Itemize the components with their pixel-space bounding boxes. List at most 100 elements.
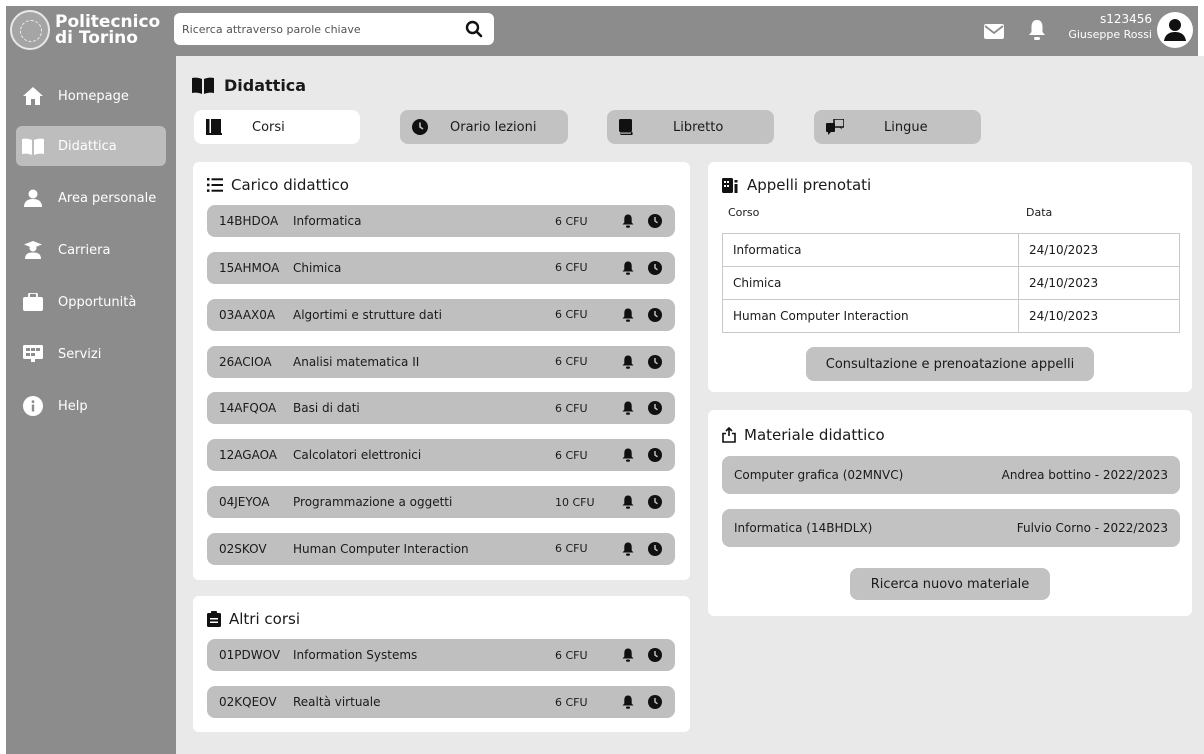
course-row[interactable]: 26ACIOA Analisi matematica II 6 CFU — [207, 345, 675, 378]
bell-icon[interactable] — [622, 495, 634, 509]
appello-course: Informatica — [722, 233, 1019, 267]
person-icon — [22, 187, 44, 209]
sidebar-item-opportunita[interactable]: Opportunità — [16, 282, 166, 322]
material-item[interactable]: Computer grafica (02MNVC) Andrea bottino … — [722, 456, 1180, 494]
course-row[interactable]: 14AFQOA Basi di dati 6 CFU — [207, 392, 675, 425]
mail-icon[interactable] — [984, 24, 1004, 43]
books-icon — [206, 119, 222, 135]
table-row[interactable]: Human Computer Interaction 24/10/2023 — [722, 299, 1180, 333]
course-code: 03AAX0A — [219, 307, 276, 322]
course-cfu: 6 CFU — [555, 261, 588, 275]
sidebar-item-homepage[interactable]: Homepage — [16, 76, 166, 116]
bell-icon[interactable] — [622, 261, 634, 275]
course-code: 02KQEOV — [219, 695, 277, 709]
clock-icon[interactable] — [648, 307, 662, 322]
material-info: Andrea bottino - 2022/2023 — [1001, 468, 1168, 482]
tab-label: Lingue — [884, 119, 928, 135]
sidebar-item-didattica[interactable]: Didattica — [16, 126, 166, 166]
search-icon[interactable] — [454, 13, 494, 45]
course-row[interactable]: 12AGAOA Calcolatori elettronici 6 CFU — [207, 439, 675, 472]
course-name: Programmazione a oggetti — [293, 495, 453, 510]
course-row[interactable]: 02SKOV Human Computer Interaction 6 CFU — [207, 532, 675, 565]
clipboard-icon — [207, 611, 221, 627]
course-row[interactable]: 03AAX0A Algortimi e strutture dati 6 CFU — [207, 298, 675, 331]
ricerca-materiale-button[interactable]: Ricerca nuovo materiale — [850, 568, 1050, 600]
material-item[interactable]: Informatica (14BHDLX) Fulvio Corno - 2022… — [722, 509, 1180, 547]
clock-icon[interactable] — [648, 214, 662, 228]
course-cfu: 6 CFU — [555, 542, 588, 556]
clock-icon[interactable] — [648, 541, 662, 556]
sidebar-item-area-personale[interactable]: Area personale — [16, 178, 166, 218]
course-cfu: 6 CFU — [555, 648, 588, 662]
page-title: Didattica — [192, 76, 306, 95]
appello-course: Chimica — [722, 266, 1019, 300]
card-title: Materiale didattico — [722, 426, 885, 444]
notifications-bell-icon[interactable] — [1028, 19, 1046, 45]
course-cfu: 6 CFU — [555, 695, 588, 709]
table-row[interactable]: Chimica 24/10/2023 — [722, 266, 1180, 300]
bell-icon[interactable] — [622, 214, 634, 228]
card-title-text: Altri corsi — [229, 610, 300, 628]
tab-lingue[interactable]: Lingue — [814, 110, 981, 144]
card-title-text: Appelli prenotati — [747, 176, 872, 194]
clock-icon[interactable] — [648, 401, 662, 416]
avatar[interactable] — [1157, 12, 1193, 48]
bell-icon[interactable] — [622, 401, 634, 416]
appello-date: 24/10/2023 — [1018, 299, 1180, 333]
tab-label: Libretto — [673, 119, 724, 135]
course-row[interactable]: 15AHMOA Chimica 6 CFU — [207, 251, 675, 284]
clock-icon[interactable] — [648, 495, 662, 510]
appello-date: 24/10/2023 — [1018, 266, 1180, 300]
course-row[interactable]: 02KQEOV Realtà virtuale 6 CFU — [207, 686, 675, 718]
appelli-table: Informatica 24/10/2023 Chimica 24/10/2023 Hu… — [722, 233, 1180, 333]
appello-course: Human Computer Interaction — [722, 299, 1019, 333]
info-icon — [22, 395, 44, 417]
bell-icon[interactable] — [622, 648, 634, 662]
course-row[interactable]: 04JEYOA Programmazione a oggetti 10 CFU — [207, 486, 675, 519]
course-name: Analisi matematica II — [293, 354, 420, 369]
bell-icon[interactable] — [622, 448, 634, 462]
main-content: Didattica Corsi Orario lezioni Libretto … — [176, 56, 1204, 754]
user-name: Giuseppe Rossi — [1068, 28, 1152, 41]
clock-icon[interactable] — [648, 448, 662, 463]
course-row[interactable]: 01PDWOV Information Systems 6 CFU — [207, 639, 675, 671]
course-cfu: 6 CFU — [555, 308, 588, 322]
course-code: 04JEYOA — [219, 495, 270, 510]
card-title: Altri corsi — [207, 610, 300, 628]
course-row[interactable]: 14BHDOA Informatica 6 CFU — [207, 205, 675, 237]
bell-icon[interactable] — [622, 542, 634, 556]
logo[interactable]: Politecnico di Torino — [10, 10, 160, 50]
altri-corsi-card: Altri corsi 01PDWOV Information Systems 6 … — [193, 596, 690, 732]
top-bar: Politecnico di Torino s123456 Giuseppe R… — [6, 6, 1198, 56]
bell-icon[interactable] — [622, 308, 634, 322]
sidebar-item-carriera[interactable]: Carriera — [16, 230, 166, 270]
tab-orario-lezioni[interactable]: Orario lezioni — [400, 110, 568, 144]
tab-libretto[interactable]: Libretto — [607, 110, 774, 144]
sidebar-item-label: Area personale — [58, 190, 157, 206]
sidebar-item-servizi[interactable]: Servizi — [16, 334, 166, 374]
card-title-text: Carico didattico — [231, 176, 349, 194]
clock-icon — [412, 119, 428, 135]
search-input[interactable] — [174, 13, 454, 45]
clock-icon[interactable] — [648, 354, 662, 369]
course-cfu: 6 CFU — [555, 355, 588, 369]
clock-icon[interactable] — [648, 260, 662, 275]
course-name: Basi di dati — [293, 401, 360, 416]
consultazione-appelli-button[interactable]: Consultazione e prenoatazione appelli — [806, 347, 1094, 381]
bell-icon[interactable] — [622, 355, 634, 369]
card-title: Appelli prenotati — [722, 176, 871, 194]
clock-icon[interactable] — [648, 695, 662, 709]
tab-corsi[interactable]: Corsi — [194, 110, 360, 144]
table-row[interactable]: Informatica 24/10/2023 — [722, 233, 1180, 267]
clock-icon[interactable] — [648, 648, 662, 662]
bell-icon[interactable] — [622, 695, 634, 709]
tab-label: Corsi — [252, 119, 285, 135]
brand-name-line2: di Torino — [55, 28, 138, 48]
course-cfu: 10 CFU — [555, 495, 595, 509]
column-header-data: Data — [1026, 206, 1053, 219]
course-name: Informatica — [293, 214, 362, 228]
materiale-didattico-card: Materiale didattico Computer grafica (02… — [708, 410, 1192, 616]
sidebar-item-help[interactable]: Help — [16, 386, 166, 426]
course-name: Human Computer Interaction — [293, 541, 469, 556]
home-icon — [22, 85, 44, 107]
